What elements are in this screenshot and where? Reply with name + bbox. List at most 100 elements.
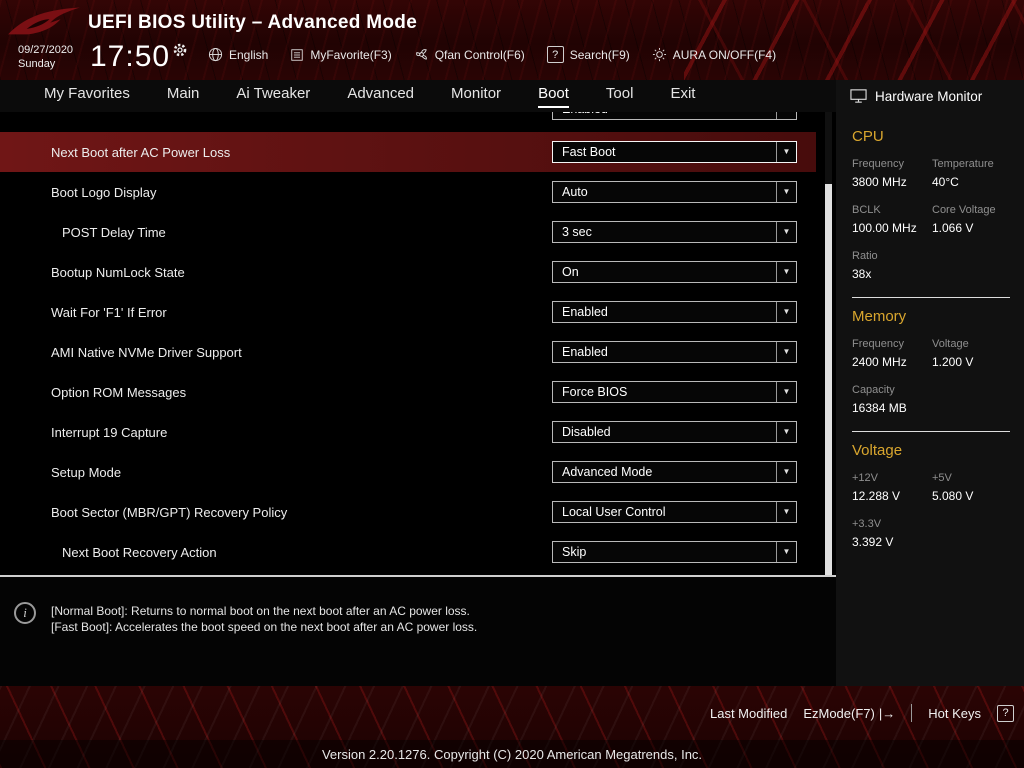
rog-logo (6, 3, 82, 41)
monitor-icon (850, 88, 867, 104)
tab-boot[interactable]: Boot (538, 85, 569, 108)
scrollbar-thumb[interactable] (825, 184, 832, 575)
hm-section-title: CPU (852, 128, 884, 145)
setting-row[interactable]: Boot Logo Display Auto ▼ (0, 172, 816, 212)
version-text: Version 2.20.1276. Copyright (C) 2020 Am… (321, 746, 703, 762)
hardware-monitor-body: CPU Frequency 3800 MHz Temperature 40°C BCLK 1… (836, 112, 1024, 549)
hm-metric: Temperature 40°C (932, 158, 1024, 189)
hot-keys-help-icon[interactable]: ? (997, 704, 1014, 722)
last-modified-button[interactable]: Last Modified (710, 706, 787, 721)
tab-my-favorites[interactable]: My Favorites (44, 85, 130, 108)
dropdown-value: Enabled (562, 305, 608, 319)
help-line: [Normal Boot]: Returns to normal boot on… (51, 604, 470, 618)
setting-row[interactable]: Bootup NumLock State On ▼ (0, 252, 816, 292)
setting-row[interactable]: Boot Sector (MBR/GPT) Recovery Policy Loc… (0, 492, 816, 532)
settings-list: Next Boot after AC Power Loss Fast Boot ▼ B… (0, 132, 816, 572)
setting-row[interactable]: AMI Native NVMe Driver Support Enabled ▼ (0, 332, 816, 372)
tab-exit[interactable]: Exit (670, 85, 695, 108)
setting-dropdown[interactable]: On ▼ (552, 261, 797, 283)
chevron-down-icon: ▼ (776, 262, 796, 282)
setting-label: Interrupt 19 Capture (51, 424, 168, 440)
setting-row[interactable]: Interrupt 19 Capture Disabled ▼ (0, 412, 816, 452)
setting-dropdown[interactable]: Fast Boot ▼ (552, 141, 797, 163)
tab-main[interactable]: Main (167, 85, 200, 108)
globe-icon (208, 47, 223, 62)
hm-metric-value: 3.392 V (852, 535, 894, 549)
setting-row[interactable]: POST Delay Time 3 sec ▼ (0, 212, 816, 252)
language-label: English (229, 47, 269, 62)
language-button[interactable]: English (208, 47, 268, 62)
header-menu: English MyFavorite(F3) Qfan Control(F6) … (208, 46, 776, 63)
hm-metric-label: +3.3V (852, 518, 882, 530)
setting-dropdown[interactable]: Enabled ▼ (552, 301, 797, 323)
qfan-label: Qfan Control(F6) (434, 47, 525, 62)
setting-dropdown-partial[interactable]: Enabled ▼ (552, 112, 797, 120)
dropdown-value: On (562, 265, 579, 279)
aura-label: AURA ON/OFF(F4) (672, 47, 777, 62)
hm-section-grid: +12V 12.288 V +5V 5.080 V +3.3V 3.392 V (852, 472, 1024, 549)
divider (911, 704, 913, 722)
hm-metric: +12V 12.288 V (852, 472, 932, 503)
setting-dropdown[interactable]: Disabled ▼ (552, 421, 797, 443)
dropdown-value: Enabled (553, 112, 608, 119)
chevron-down-icon: ▼ (776, 182, 796, 202)
bios-root: UEFI BIOS Utility – Advanced Mode 09/27/… (0, 0, 1024, 768)
hm-section-grid: Frequency 2400 MHz Voltage 1.200 V Capacity 1… (852, 338, 1024, 415)
hm-metric-label: BCLK (852, 204, 881, 216)
hm-metric-label: Core Voltage (932, 204, 996, 216)
qfan-control-button[interactable]: Qfan Control(F6) (414, 47, 525, 62)
search-button[interactable]: ? Search(F9) (546, 46, 630, 63)
setting-label: Wait For 'F1' If Error (51, 304, 167, 320)
scrollbar[interactable] (825, 112, 832, 575)
divider (852, 297, 1010, 298)
setting-dropdown[interactable]: Force BIOS ▼ (552, 381, 797, 403)
setting-dropdown[interactable]: Auto ▼ (552, 181, 797, 203)
ezmode-button[interactable]: EzMode(F7) |→ (803, 706, 895, 721)
setting-label: Boot Logo Display (51, 184, 157, 200)
setting-row[interactable]: Setup Mode Advanced Mode ▼ (0, 452, 816, 492)
bottom-bar: Last Modified EzMode(F7) |→ Hot Keys ? V… (0, 686, 1024, 768)
setting-label: Bootup NumLock State (51, 264, 185, 280)
dropdown-value: Enabled (562, 345, 608, 359)
setting-label: POST Delay Time (62, 224, 166, 240)
main-menu-tabs: My Favorites Main Ai Tweaker Advanced Monito… (0, 80, 836, 112)
setting-row[interactable]: Wait For 'F1' If Error Enabled ▼ (0, 292, 816, 332)
hm-metric: Core Voltage 1.066 V (932, 204, 1024, 235)
hm-metric-value: 1.066 V (932, 221, 974, 235)
clock-settings-gear-icon[interactable] (172, 42, 188, 58)
setting-dropdown[interactable]: Enabled ▼ (552, 341, 797, 363)
setting-dropdown[interactable]: Advanced Mode ▼ (552, 461, 797, 483)
setting-dropdown[interactable]: Local User Control ▼ (552, 501, 797, 523)
setting-label: Boot Sector (MBR/GPT) Recovery Policy (51, 504, 288, 520)
hm-metric-label: +12V (852, 472, 878, 484)
chevron-down-icon: ▼ (776, 462, 796, 482)
bottom-actions: Last Modified EzMode(F7) |→ Hot Keys ? (710, 686, 1014, 740)
dropdown-value: 3 sec (562, 225, 592, 239)
setting-row[interactable]: Next Boot after AC Power Loss Fast Boot ▼ (0, 132, 816, 172)
hm-metric-value: 1.200 V (932, 355, 974, 369)
setting-dropdown[interactable]: 3 sec ▼ (552, 221, 797, 243)
setting-dropdown[interactable]: Skip ▼ (552, 541, 797, 563)
tab-advanced[interactable]: Advanced (347, 85, 414, 108)
dropdown-value: Fast Boot (562, 145, 616, 159)
tab-tool[interactable]: Tool (606, 85, 634, 108)
date-display: 09/27/2020 Sunday (18, 43, 73, 71)
hot-keys-label: Hot Keys (928, 705, 981, 721)
hot-keys-button[interactable]: Hot Keys (928, 706, 981, 721)
tab-ai-tweaker[interactable]: Ai Tweaker (236, 85, 310, 108)
hardware-monitor-header: Hardware Monitor (836, 80, 1024, 112)
aura-button[interactable]: AURA ON/OFF(F4) (652, 47, 776, 62)
ezmode-arrow-icon: |→ (878, 705, 896, 721)
hardware-monitor-title: Hardware Monitor (875, 88, 983, 104)
hm-metric-value: 100.00 MHz (852, 221, 917, 235)
hm-metric: +3.3V 3.392 V (852, 518, 932, 549)
chevron-down-icon: ▼ (776, 112, 796, 119)
myfavorite-button[interactable]: MyFavorite(F3) (290, 47, 392, 62)
tab-monitor[interactable]: Monitor (451, 85, 501, 108)
setting-row[interactable]: Next Boot Recovery Action Skip ▼ (0, 532, 816, 572)
myfavorite-label: MyFavorite(F3) (310, 47, 392, 62)
app-title: UEFI BIOS Utility – Advanced Mode (88, 12, 418, 33)
setting-label: Setup Mode (51, 464, 122, 480)
setting-row[interactable]: Option ROM Messages Force BIOS ▼ (0, 372, 816, 412)
fan-icon (414, 47, 429, 62)
